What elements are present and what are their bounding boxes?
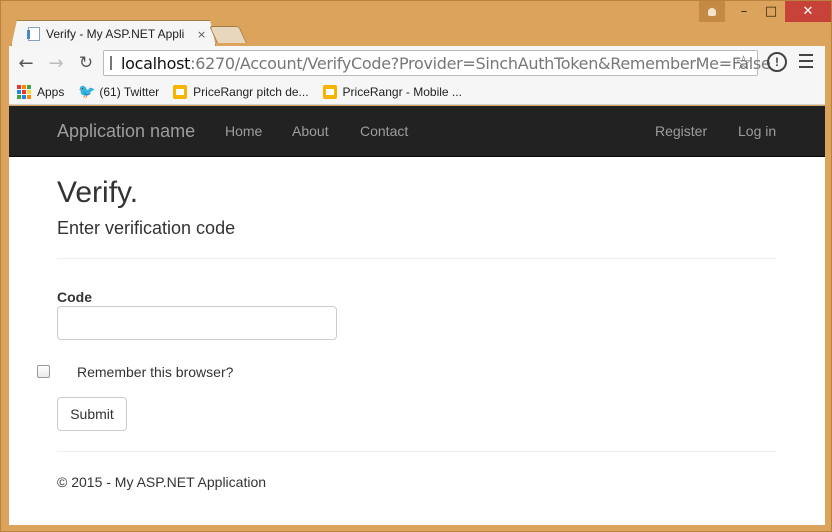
site-navbar: Application name Home About Contact Regi… xyxy=(9,106,825,157)
browser-toolbar: ← → ↻ localhost:6270/Account/VerifyCode?… xyxy=(9,46,825,79)
new-tab-button[interactable] xyxy=(209,26,247,43)
bookmark-label: (61) Twitter xyxy=(99,84,160,99)
nav-link-login[interactable]: Log in xyxy=(738,123,776,139)
code-input[interactable] xyxy=(57,306,337,340)
forward-arrow-icon[interactable]: → xyxy=(45,52,67,74)
nav-link-home[interactable]: Home xyxy=(225,123,262,139)
bookmarks-bar: Apps 🐦 (61) Twitter PriceRangr pitch de.… xyxy=(9,79,825,105)
bookmark-apps[interactable]: Apps xyxy=(9,84,65,99)
close-window-button[interactable]: ✕ xyxy=(785,1,831,22)
bookmark-label: PriceRangr - Mobile ... xyxy=(342,84,462,99)
title-bar: – □ ✕ Verify - My ASP.NET Appli × xyxy=(1,1,832,46)
slides-icon xyxy=(173,84,188,99)
browser-menu-icon[interactable] xyxy=(799,54,813,68)
tab-close-icon[interactable]: × xyxy=(197,28,206,41)
footer-divider xyxy=(57,451,777,452)
footer-text: © 2015 - My ASP.NET Application xyxy=(57,474,267,490)
url-host: localhost xyxy=(121,53,191,73)
minimize-button[interactable]: – xyxy=(731,1,757,22)
reload-icon[interactable]: ↻ xyxy=(75,52,97,74)
apps-icon xyxy=(17,84,31,99)
page-viewport: Application name Home About Contact Regi… xyxy=(9,106,825,525)
maximize-button[interactable]: □ xyxy=(758,1,784,22)
remember-browser-checkbox[interactable] xyxy=(37,365,50,378)
url-path: :6270/Account/VerifyCode?Provider=SinchA… xyxy=(190,53,771,73)
nav-link-register[interactable]: Register xyxy=(655,123,707,139)
submit-button[interactable]: Submit xyxy=(57,397,127,431)
user-profile-button[interactable] xyxy=(699,1,725,22)
tab-title: Verify - My ASP.NET Appli xyxy=(46,27,185,41)
nav-link-contact[interactable]: Contact xyxy=(360,123,408,139)
code-label: Code xyxy=(57,289,92,305)
url-text[interactable]: localhost:6270/Account/VerifyCode?Provid… xyxy=(121,53,771,73)
extension-icon[interactable]: ! xyxy=(767,52,787,72)
bookmark-label: PriceRangr pitch de... xyxy=(193,84,309,99)
bookmark-pricerangr-pitch[interactable]: PriceRangr pitch de... xyxy=(173,84,309,99)
nav-link-about[interactable]: About xyxy=(292,123,329,139)
user-icon xyxy=(708,7,716,16)
page-title: Verify. xyxy=(57,176,139,209)
page-favicon-icon xyxy=(28,27,40,41)
bookmark-twitter[interactable]: 🐦 (61) Twitter xyxy=(78,85,159,99)
remember-browser-label[interactable]: Remember this browser? xyxy=(77,364,233,380)
address-bar[interactable]: localhost:6270/Account/VerifyCode?Provid… xyxy=(103,50,771,76)
bookmark-star-icon[interactable]: ☆ xyxy=(735,52,752,74)
page-icon xyxy=(110,56,112,70)
browser-tab-active[interactable]: Verify - My ASP.NET Appli × xyxy=(11,20,216,47)
page-subtitle: Enter verification code xyxy=(57,218,236,238)
navbar-brand[interactable]: Application name xyxy=(57,121,195,142)
twitter-icon: 🐦 xyxy=(78,83,96,100)
bookmark-label: Apps xyxy=(37,84,65,99)
back-arrow-icon[interactable]: ← xyxy=(15,52,37,74)
divider xyxy=(57,258,777,259)
slides-icon xyxy=(322,84,337,99)
bookmark-pricerangr-mobile[interactable]: PriceRangr - Mobile ... xyxy=(322,84,462,99)
browser-window: – □ ✕ Verify - My ASP.NET Appli × ← → ↻ … xyxy=(0,0,832,532)
